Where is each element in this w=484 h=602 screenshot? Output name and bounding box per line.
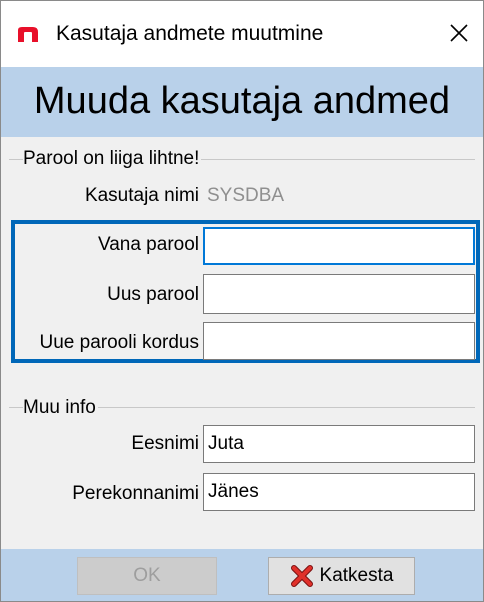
ok-button[interactable]: OK bbox=[77, 557, 217, 595]
dialog-window: Kasutaja andmete muutmine Muuda kasutaja… bbox=[0, 0, 484, 602]
n-logo-icon bbox=[18, 27, 38, 42]
last-name-field[interactable] bbox=[203, 473, 475, 511]
username-value: SYSDBA bbox=[207, 185, 285, 206]
new-password-label: Uus parool bbox=[107, 284, 199, 305]
cancel-button-label: Katkesta bbox=[319, 565, 394, 586]
username-label: Kasutaja nimi bbox=[84, 185, 199, 206]
close-icon bbox=[450, 24, 468, 42]
cancel-button[interactable]: Katkesta bbox=[268, 557, 415, 595]
old-password-label: Vana parool bbox=[97, 234, 199, 255]
password-group-label: Parool on liiga lihtne! bbox=[23, 148, 202, 170]
first-name-label: Eesnimi bbox=[131, 433, 199, 454]
repeat-password-label: Uue parooli kordus bbox=[39, 332, 199, 353]
red-x-icon bbox=[290, 565, 313, 587]
repeat-password-field[interactable] bbox=[203, 322, 475, 360]
title-bar[interactable]: Kasutaja andmete muutmine bbox=[1, 1, 483, 67]
last-name-label: Perekonnanimi bbox=[72, 483, 199, 504]
old-password-field[interactable] bbox=[203, 227, 475, 265]
new-password-field[interactable] bbox=[203, 274, 475, 314]
button-bar: OK Katkesta bbox=[1, 549, 483, 601]
header-banner: Muuda kasutaja andmed bbox=[1, 67, 483, 137]
first-name-field[interactable] bbox=[203, 425, 475, 463]
window-title: Kasutaja andmete muutmine bbox=[56, 22, 324, 45]
ok-button-label: OK bbox=[133, 565, 161, 586]
other-info-group-label: Muu info bbox=[23, 397, 98, 419]
close-button[interactable] bbox=[441, 15, 477, 51]
page-title: Muuda kasutaja andmed bbox=[33, 80, 451, 122]
